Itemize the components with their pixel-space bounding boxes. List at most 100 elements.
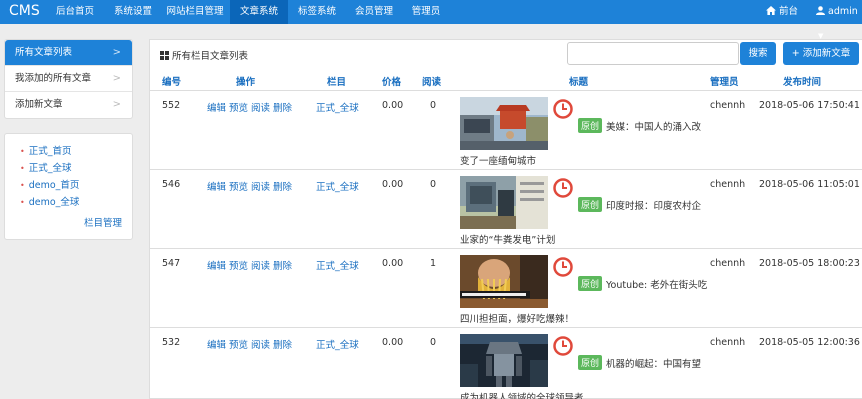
edit-link[interactable]: 编辑 [207, 340, 226, 351]
row-column-link[interactable]: 正式_全球 [316, 179, 359, 193]
edit-link[interactable]: 编辑 [207, 182, 226, 193]
row-title-link[interactable]: 印度时报：印度农村企 [606, 198, 701, 212]
delete-link[interactable]: 删除 [273, 103, 292, 114]
search-input[interactable] [567, 42, 739, 65]
nav-item-tag-system[interactable]: 标签系统 [288, 0, 346, 24]
header-id[interactable]: 编号 [162, 74, 181, 88]
read-link[interactable]: 阅读 [251, 340, 270, 351]
clock-icon [553, 257, 573, 277]
original-badge: 原创 [578, 276, 603, 291]
row-price: 0.00 [382, 179, 404, 190]
header-admin[interactable]: 管理员 [710, 74, 739, 88]
chevron-right-icon: > [112, 47, 121, 58]
nav-item-admin[interactable]: 管理员 [402, 0, 450, 24]
edit-link[interactable]: 编辑 [207, 103, 226, 114]
search-button[interactable]: 搜索 [740, 42, 776, 65]
row-title-link[interactable]: 美媒：中国人的涌入改 [606, 119, 701, 133]
preview-link[interactable]: 预览 [229, 261, 248, 272]
read-link[interactable]: 阅读 [251, 103, 270, 114]
row-id: 552 [162, 100, 181, 111]
row-admin: chennh [710, 179, 746, 190]
clock-icon [553, 99, 573, 119]
bullet-icon: • [20, 164, 25, 173]
row-admin: chennh [710, 258, 746, 269]
row-column-link[interactable]: 正式_全球 [316, 258, 359, 272]
article-thumbnail[interactable] [460, 255, 548, 308]
nav-item-home[interactable]: 后台首页 [44, 0, 106, 24]
table-row: 547 编辑 预览 阅读 删除 正式_全球 0.00 1 原创 Youtube: 老外… [150, 250, 862, 328]
read-link[interactable]: 阅读 [251, 261, 270, 272]
row-title-continued[interactable]: 变了一座缅甸城市 [460, 153, 536, 167]
column-manage-link[interactable]: 栏目管理 [84, 215, 122, 229]
menu-item-add-article[interactable]: 添加新文章 > [5, 92, 132, 118]
row-reads: 0 [430, 179, 437, 190]
article-menu: 所有文章列表 > 我添加的所有文章 > 添加新文章 > [4, 39, 133, 119]
original-badge: 原创 [578, 118, 603, 133]
article-thumbnail[interactable] [460, 176, 548, 229]
row-title-link[interactable]: 机器的崛起：中国有望 [606, 356, 701, 370]
user-name: admin [828, 6, 858, 17]
column-link[interactable]: • demo_首页 [20, 177, 79, 191]
nav-item-member-management[interactable]: 会员管理 [346, 0, 402, 24]
row-title-continued[interactable]: 业家的“牛粪发电”计划 [460, 232, 555, 246]
preview-link[interactable]: 预览 [229, 182, 248, 193]
menu-item-label: 添加新文章 [15, 99, 63, 110]
original-badge: 原创 [578, 197, 603, 212]
nav-item-article-system[interactable]: 文章系统 [230, 0, 288, 24]
nav-item-settings[interactable]: 系统设置 [106, 0, 160, 24]
row-reads: 0 [430, 337, 437, 348]
bullet-icon: • [20, 147, 25, 156]
frontend-link[interactable]: 前台 [766, 0, 798, 24]
clock-icon [553, 336, 573, 356]
delete-link[interactable]: 删除 [273, 182, 292, 193]
header-price[interactable]: 价格 [382, 74, 401, 88]
read-link[interactable]: 阅读 [251, 182, 270, 193]
clock-icon [553, 178, 573, 198]
column-link[interactable]: • 正式_全球 [20, 160, 71, 174]
row-title-continued[interactable]: 成为机器人领域的全球领导者 [460, 390, 584, 399]
header-title[interactable]: 标题 [569, 74, 588, 88]
menu-item-my-articles[interactable]: 我添加的所有文章 > [5, 66, 132, 92]
header-publish-time[interactable]: 发布时间 [783, 74, 821, 88]
grid-icon [160, 51, 169, 60]
header-reads[interactable]: 阅读 [422, 74, 441, 88]
column-link[interactable]: • demo_全球 [20, 194, 79, 208]
home-icon [766, 6, 776, 15]
row-price: 0.00 [382, 337, 404, 348]
nav-item-column-management[interactable]: 网站栏目管理 [160, 0, 230, 24]
chevron-right-icon: > [112, 99, 121, 110]
row-title-continued[interactable]: 四川担担面，爆好吃爆辣！ [460, 311, 574, 325]
table-row: 546 编辑 预览 阅读 删除 正式_全球 0.00 0 原创 印度时报：印度农村企 … [150, 171, 862, 249]
column-list-box: • 正式_首页 • 正式_全球 • demo_首页 • demo_全球 栏目管理 [4, 133, 133, 240]
original-badge: 原创 [578, 355, 603, 370]
menu-item-all-articles[interactable]: 所有文章列表 > [5, 40, 132, 66]
row-price: 0.00 [382, 258, 404, 269]
row-actions: 编辑 预览 阅读 删除 [207, 258, 295, 272]
chevron-right-icon: > [112, 73, 121, 84]
brand-logo[interactable]: CMS [9, 3, 40, 19]
preview-link[interactable]: 预览 [229, 103, 248, 114]
row-title-link[interactable]: Youtube: 老外在街头吃 [606, 277, 707, 291]
article-thumbnail[interactable] [460, 97, 548, 150]
row-id: 546 [162, 179, 181, 190]
row-column-link[interactable]: 正式_全球 [316, 100, 359, 114]
user-menu[interactable]: admin ▼ [816, 0, 862, 40]
row-column-link[interactable]: 正式_全球 [316, 337, 359, 351]
edit-link[interactable]: 编辑 [207, 261, 226, 272]
user-icon [816, 6, 825, 15]
row-price: 0.00 [382, 100, 404, 111]
bullet-icon: • [20, 198, 25, 207]
preview-link[interactable]: 预览 [229, 340, 248, 351]
table-header: 编号 操作 栏目 价格 阅读 标题 管理员 发布时间 [150, 69, 862, 91]
row-admin: chennh [710, 337, 746, 348]
delete-link[interactable]: 删除 [273, 261, 292, 272]
add-article-button[interactable]: + 添加新文章 [783, 42, 859, 65]
column-link[interactable]: • 正式_首页 [20, 143, 71, 157]
table-row: 552 编辑 预览 阅读 删除 正式_全球 0.00 0 原创 美媒：中国人的涌入改 … [150, 92, 862, 170]
article-thumbnail[interactable] [460, 334, 548, 387]
row-admin: chennh [710, 100, 746, 111]
header-actions: 操作 [236, 77, 256, 88]
menu-item-label: 所有文章列表 [15, 47, 73, 58]
header-column[interactable]: 栏目 [327, 74, 346, 88]
delete-link[interactable]: 删除 [273, 340, 292, 351]
